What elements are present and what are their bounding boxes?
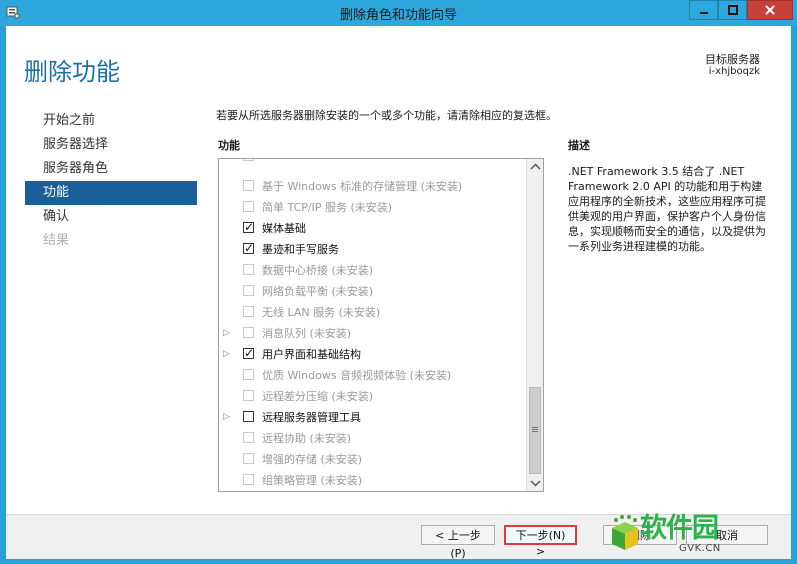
instruction-text: 若要从所选服务器删除安装的一个或多个功能，请清除相应的复选框。 (216, 109, 557, 122)
feature-checkbox (243, 453, 254, 464)
nav-item-before-you-begin[interactable]: 开始之前 (25, 109, 197, 133)
partial-checkbox (243, 159, 254, 161)
feature-checkbox (243, 285, 254, 296)
grip-line (532, 431, 538, 432)
feature-row: 网络负载平衡 (未安装) (219, 281, 525, 302)
feature-label: 用户界面和基础结构 (262, 348, 361, 361)
feature-label: 优质 Windows 音频视频体验 (未安装) (262, 369, 452, 382)
feature-label: 增强的存储 (未安装) (262, 453, 363, 466)
wizard-nav: 开始之前 服务器选择 服务器角色 功能 确认 结果 (25, 109, 197, 253)
expand-arrow-icon[interactable]: ▷ (223, 344, 231, 365)
feature-label: 远程协助 (未安装) (262, 432, 352, 445)
wizard-footer: < 上一步(P) 下一步(N) > 删除 取消 (6, 514, 791, 560)
feature-row: 基于 Windows 标准的存储管理 (未安装) (219, 176, 525, 197)
minimize-button[interactable] (689, 0, 718, 20)
feature-checkbox (243, 201, 254, 212)
feature-label: 无线 LAN 服务 (未安装) (262, 306, 381, 319)
scroll-thumb[interactable] (529, 387, 541, 474)
feature-row: 优质 Windows 音频视频体验 (未安装) (219, 365, 525, 386)
feature-row: 远程差分压缩 (未安装) (219, 386, 525, 407)
feature-checkbox (243, 180, 254, 191)
features-scrollbar[interactable] (526, 159, 543, 491)
nav-item-server-selection[interactable]: 服务器选择 (25, 133, 197, 157)
feature-checkbox (243, 327, 254, 338)
target-server-label: 目标服务器 (705, 53, 760, 66)
feature-row[interactable]: ✓ 媒体基础 (219, 218, 525, 239)
feature-row: 数据中心桥接 (未安装) (219, 260, 525, 281)
scroll-up-button[interactable] (527, 159, 543, 175)
feature-checkbox[interactable]: ✓ (243, 346, 255, 360)
close-button[interactable] (747, 0, 793, 20)
scroll-down-button[interactable] (527, 475, 543, 491)
features-heading: 功能 (218, 139, 240, 152)
checkmark-icon: ✓ (244, 346, 255, 360)
feature-row: 远程协助 (未安装) (219, 428, 525, 449)
description-heading: 描述 (568, 139, 590, 152)
feature-label: 简单 TCP/IP 服务 (未安装) (262, 201, 393, 214)
expand-arrow-icon[interactable]: ▷ (223, 323, 231, 344)
window-title: 删除角色和功能向导 (339, 8, 457, 23)
minimize-icon (699, 12, 708, 14)
nav-item-server-roles[interactable]: 服务器角色 (25, 157, 197, 181)
nav-item-features[interactable]: 功能 (25, 181, 197, 205)
feature-row[interactable]: ▷ 远程服务器管理工具 (219, 407, 525, 428)
feature-label: 基于 Windows 标准的存储管理 (未安装) (262, 180, 463, 193)
feature-checkbox[interactable] (243, 411, 254, 422)
grip-line (532, 427, 538, 428)
feature-checkbox[interactable]: ✓ (243, 220, 255, 234)
grip-line (532, 429, 538, 430)
maximize-icon (727, 5, 738, 15)
checkmark-icon: ✓ (244, 241, 255, 255)
feature-label: 组策略管理 (未安装) (262, 474, 363, 487)
feature-label: 数据中心桥接 (未安装) (262, 264, 374, 277)
feature-checkbox (243, 474, 254, 485)
next-button[interactable]: 下一步(N) > (504, 525, 577, 558)
feature-row: 简单 TCP/IP 服务 (未安装) (219, 197, 525, 218)
feature-label: 消息队列 (未安装) (262, 327, 352, 340)
remove-button[interactable]: 删除 (603, 525, 677, 545)
target-server-value: i-xhjboqzk (708, 66, 760, 77)
maximize-button[interactable] (718, 0, 747, 20)
feature-label: 墨迹和手写服务 (262, 243, 339, 256)
chevron-down-icon (530, 480, 541, 487)
chevron-up-icon (530, 163, 541, 170)
title-bar: 删除角色和功能向导 (0, 0, 797, 26)
nav-item-confirmation[interactable]: 确认 (25, 205, 197, 229)
feature-row: 无线 LAN 服务 (未安装) (219, 302, 525, 323)
feature-row[interactable]: ✓ 墨迹和手写服务 (219, 239, 525, 260)
previous-button[interactable]: < 上一步(P) (421, 525, 495, 560)
feature-row[interactable]: ▷ ✓ 用户界面和基础结构 (219, 344, 525, 365)
wizard-body: 删除功能 目标服务器 i-xhjboqzk 开始之前 服务器选择 服务器角色 功… (6, 26, 791, 558)
feature-checkbox (243, 432, 254, 443)
close-icon (765, 5, 775, 15)
feature-label: 远程服务器管理工具 (262, 411, 361, 424)
feature-row: ▷ 消息队列 (未安装) (219, 323, 525, 344)
page-title: 删除功能 (24, 58, 120, 86)
feature-checkbox (243, 369, 254, 380)
feature-row: 组策略管理 (未安装) (219, 470, 525, 491)
nav-item-results: 结果 (43, 233, 70, 248)
feature-label: 网络负载平衡 (未安装) (262, 285, 374, 298)
feature-description: .NET Framework 3.5 结合了 .NET Framework 2.… (568, 165, 766, 253)
expand-arrow-icon[interactable]: ▷ (223, 407, 231, 428)
feature-row: 增强的存储 (未安装) (219, 449, 525, 470)
feature-checkbox (243, 390, 254, 401)
feature-label: 媒体基础 (262, 222, 306, 235)
features-tree[interactable]: 基于 Windows 标准的存储管理 (未安装) 简单 TCP/IP 服务 (未安… (218, 158, 544, 492)
feature-checkbox (243, 306, 254, 317)
feature-checkbox (243, 264, 254, 275)
feature-checkbox[interactable]: ✓ (243, 241, 255, 255)
cancel-button[interactable]: 取消 (686, 525, 768, 545)
checkmark-icon: ✓ (244, 220, 255, 234)
feature-label: 远程差分压缩 (未安装) (262, 390, 374, 403)
